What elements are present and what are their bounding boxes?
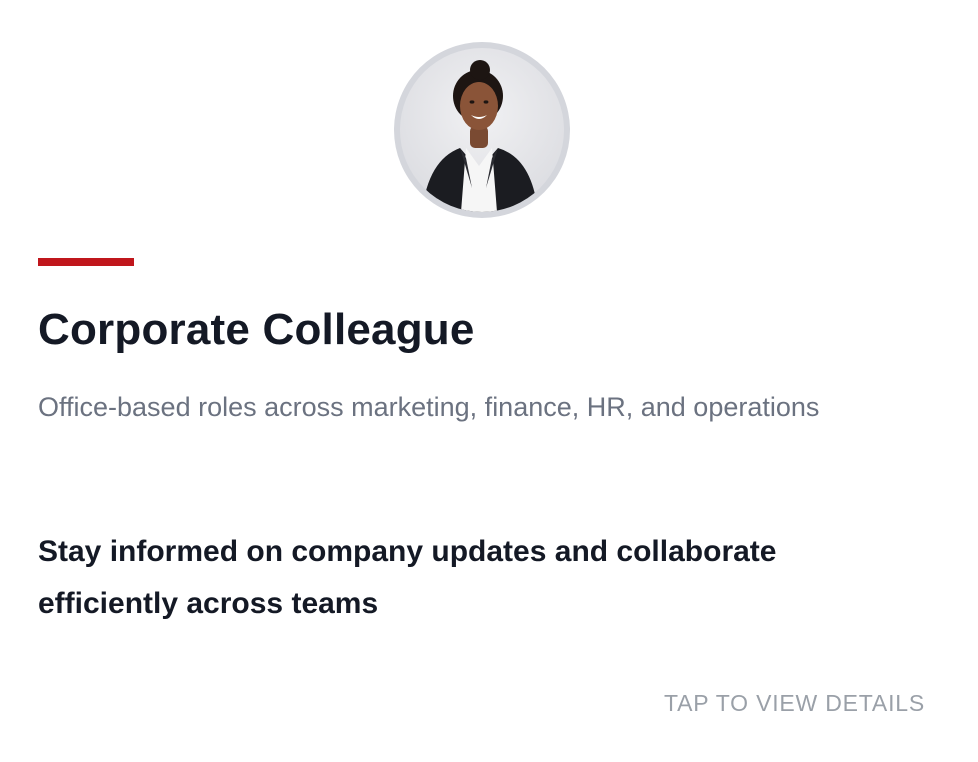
persona-card[interactable]: Corporate Colleague Office-based roles a… xyxy=(0,0,978,762)
persona-subtitle: Office-based roles across marketing, fin… xyxy=(38,392,820,422)
view-details-link[interactable]: TAP TO VIEW DETAILS xyxy=(664,690,925,717)
persona-description: Stay informed on company updates and col… xyxy=(38,535,777,620)
person-photo-avatar-icon xyxy=(400,48,564,212)
persona-title: Corporate Colleague xyxy=(38,305,475,354)
avatar xyxy=(394,42,570,218)
accent-bar xyxy=(38,258,134,266)
